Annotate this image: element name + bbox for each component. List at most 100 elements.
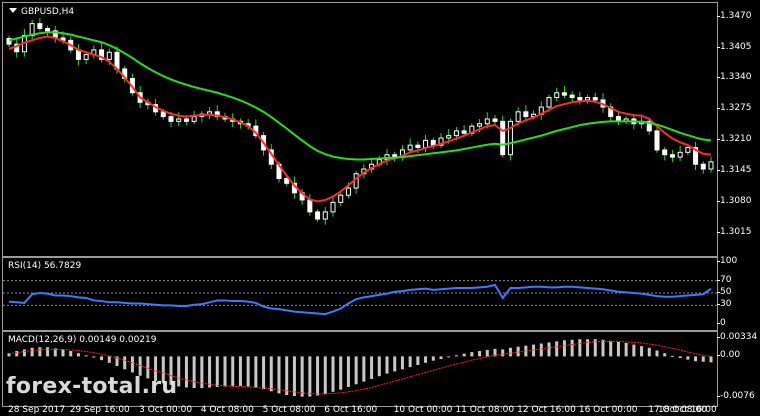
time-tick-label: 6 Oct 16:00 xyxy=(324,405,378,415)
time-tick-label: 18 Oct 16:00 xyxy=(658,405,717,415)
price-chart-panel[interactable]: GBPUSD,H4 xyxy=(2,2,718,257)
macd-bar xyxy=(501,349,505,357)
macd-bar xyxy=(462,353,466,357)
watermark: forex-total.ru xyxy=(6,374,178,399)
macd-bar xyxy=(76,353,80,357)
macd-bar xyxy=(215,356,219,387)
candle-bear xyxy=(592,97,598,101)
macd-bar xyxy=(416,356,420,365)
macd-bar xyxy=(339,356,343,390)
macd-bar xyxy=(69,351,73,357)
macd-bar xyxy=(254,356,258,388)
macd-bar xyxy=(208,356,212,388)
macd-bar xyxy=(377,356,381,377)
candle-bear xyxy=(669,154,675,158)
candle-bull xyxy=(585,97,591,101)
candle-bear xyxy=(183,118,189,122)
macd-bar xyxy=(586,339,590,357)
rsi-axis: 100 70 50 30 0 xyxy=(716,256,760,331)
candle-bull xyxy=(477,123,483,127)
macd-bar xyxy=(624,342,628,357)
macd-bar xyxy=(30,347,34,357)
macd-bar xyxy=(223,356,227,387)
time-tick-label: 4 Oct 08:00 xyxy=(200,405,254,415)
candle-bull xyxy=(554,92,560,99)
macd-bar xyxy=(616,341,620,357)
macd-bar xyxy=(601,339,605,357)
macd-bar xyxy=(439,356,443,360)
macd-bar xyxy=(177,356,181,387)
macd-bar xyxy=(609,340,613,357)
candle-bear xyxy=(415,144,421,149)
macd-bar xyxy=(470,352,474,357)
macd-bar xyxy=(277,356,281,394)
candle-bull xyxy=(176,118,182,122)
macd-bar xyxy=(532,344,536,357)
macd-bar xyxy=(547,342,551,357)
candle-bear xyxy=(662,149,668,156)
macd-bar xyxy=(15,351,19,357)
macd-bar xyxy=(262,356,266,390)
candle-bear xyxy=(500,120,506,156)
macd-bar xyxy=(331,356,335,392)
candle-bull xyxy=(322,211,328,220)
macd-bar xyxy=(632,344,636,357)
macd-bar xyxy=(555,341,559,357)
candle-bear xyxy=(430,139,436,146)
price-axis: 1.3470 1.3405 1.3340 1.3275 1.3210 1.3145 1.30… xyxy=(717,2,760,257)
rsi-panel[interactable]: RSI(14) 56.7829 xyxy=(2,257,718,331)
macd-bar xyxy=(138,356,142,376)
macd-bar xyxy=(663,353,667,357)
macd-bar xyxy=(385,356,389,374)
rsi-tick-label: 50 xyxy=(716,287,732,297)
time-tick-label: 10 Oct 00:00 xyxy=(393,405,453,415)
candle-bull xyxy=(345,187,351,196)
price-tick-label: 1.3340 xyxy=(717,72,752,83)
candle-bull xyxy=(546,97,552,108)
macd-bar xyxy=(539,343,543,357)
candle-bear xyxy=(45,27,51,32)
time-tick-label: 5 Oct 08:00 xyxy=(262,405,316,415)
macd-tick-label: -0.0076 xyxy=(717,391,755,402)
time-tick-label: 28 Sep 2017 xyxy=(8,405,66,415)
candle-bear xyxy=(700,163,706,170)
price-tick-label: 1.3470 xyxy=(717,10,752,21)
ma-fast-line xyxy=(8,35,712,203)
macd-bar xyxy=(246,356,250,387)
macd-bar xyxy=(184,356,188,388)
macd-bar xyxy=(84,355,88,357)
candle-bull xyxy=(708,161,714,170)
candle-bear xyxy=(160,111,166,118)
macd-tick-label: 0.00 xyxy=(716,350,741,361)
rsi-title: RSI(14) 56.7829 xyxy=(8,261,82,271)
rsi-line xyxy=(8,283,712,316)
rsi-tick-label: 70 xyxy=(716,274,732,285)
rsi-chart xyxy=(3,280,717,316)
macd-bar xyxy=(578,339,582,357)
macd-bar xyxy=(424,356,428,363)
macd-bar xyxy=(231,356,235,386)
macd-bar xyxy=(508,347,512,357)
price-chart xyxy=(6,17,714,225)
macd-bar xyxy=(46,347,50,357)
macd-bar xyxy=(570,339,574,357)
macd-bar xyxy=(362,356,366,382)
candle-bull xyxy=(453,130,459,137)
candle-bear xyxy=(168,116,174,122)
rsi-tick-label: 0 xyxy=(717,318,726,328)
macd-title: MACD(12,26,9) 0.00149 0.00219 xyxy=(8,335,157,345)
candle-bull xyxy=(191,116,197,122)
candle-bull xyxy=(685,147,691,153)
macd-bar xyxy=(701,356,705,362)
symbol-title[interactable]: GBPUSD,H4 xyxy=(9,7,74,17)
macd-bar xyxy=(485,349,489,357)
rsi-tick-label: 30 xyxy=(716,299,732,310)
macd-bar xyxy=(346,356,350,387)
macd-bar xyxy=(447,356,451,358)
macd-bar xyxy=(22,349,26,357)
menu-arrow-icon[interactable] xyxy=(9,8,17,13)
macd-bar xyxy=(709,356,713,363)
candle-bull xyxy=(484,118,490,125)
macd-bar xyxy=(61,349,65,357)
macd-bar xyxy=(678,356,682,358)
